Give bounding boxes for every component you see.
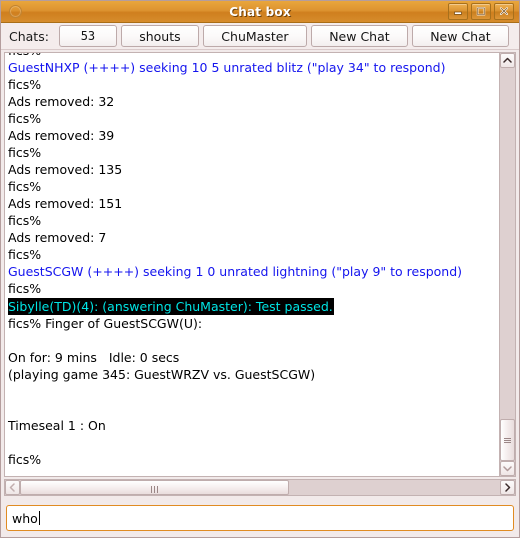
chat-log-line: Timeseal 1 : On — [8, 418, 106, 433]
chevron-right-icon[interactable] — [500, 480, 515, 495]
chat-log-line: Ads removed: 151 — [8, 196, 123, 211]
chat-log-line: fics% — [8, 452, 42, 467]
chat-log-line: fics% — [8, 77, 42, 92]
input-bar: who — [1, 499, 519, 537]
chat-log-line: fics% — [8, 145, 42, 160]
chat-log-line: fics% — [8, 179, 42, 194]
chat-log-line: fics% — [8, 281, 42, 296]
chat-log-line: Ads removed: 135 — [8, 162, 123, 177]
chat-log-line-seek: GuestNHXP (++++) seeking 10 5 unrated bl… — [8, 60, 446, 75]
grip-icon — [150, 478, 159, 497]
minimize-button[interactable] — [448, 3, 468, 20]
tab-chumaster[interactable]: ChuMaster — [202, 25, 307, 47]
chevron-left-icon[interactable] — [5, 480, 20, 495]
chat-input[interactable]: who — [6, 505, 514, 531]
chats-tabbar: Chats: 53 shouts ChuMaster New Chat New … — [1, 23, 519, 50]
chat-log-line — [8, 383, 499, 400]
log-row: fics%GuestNHXP (++++) seeking 10 5 unrat… — [4, 52, 516, 477]
horizontal-scrollbar[interactable] — [4, 479, 516, 496]
tab-count[interactable]: 53 — [58, 25, 117, 47]
tab-new-chat-2[interactable]: New Chat — [411, 25, 509, 47]
chat-log-line: fics% — [8, 247, 42, 262]
vertical-scrollbar-track[interactable] — [500, 68, 515, 461]
titlebar[interactable]: Chat box — [1, 1, 519, 23]
chat-log-line: Ads removed: 39 — [8, 128, 115, 143]
chat-content: fics%GuestNHXP (++++) seeking 10 5 unrat… — [1, 50, 519, 499]
horizontal-scrollbar-thumb[interactable] — [20, 480, 289, 495]
chat-log-line — [8, 434, 499, 451]
chat-log-lines: fics%GuestNHXP (++++) seeking 10 5 unrat… — [8, 53, 499, 468]
text-caret — [38, 511, 40, 525]
window-controls — [448, 3, 516, 20]
chat-log-line: Ads removed: 7 — [8, 230, 107, 245]
chat-log-line: fics% — [8, 213, 42, 228]
horizontal-scrollbar-track[interactable] — [20, 480, 500, 495]
circle-icon[interactable] — [9, 5, 22, 18]
chat-log[interactable]: fics%GuestNHXP (++++) seeking 10 5 unrat… — [4, 52, 499, 477]
chat-log-line: Ads removed: 32 — [8, 94, 115, 109]
chat-log-line — [8, 332, 499, 349]
chat-log-line: fics% — [8, 53, 499, 59]
chat-log-line-seek: GuestSCGW (++++) seeking 1 0 unrated lig… — [8, 264, 463, 279]
grip-icon — [504, 437, 511, 444]
maximize-button[interactable] — [471, 3, 491, 20]
window-title: Chat box — [229, 4, 291, 19]
chevron-up-icon[interactable] — [500, 53, 515, 68]
vertical-scrollbar-thumb[interactable] — [500, 419, 515, 461]
chat-log-line-highlighted: Sibylle(TD)(4): (answering ChuMaster): T… — [8, 298, 334, 315]
chat-log-line: fics% — [8, 111, 42, 126]
chat-log-line — [8, 400, 499, 417]
tab-shouts[interactable]: shouts — [120, 25, 199, 47]
chevron-down-icon[interactable] — [500, 461, 515, 476]
chat-box-window: Chat box Chats: 53 shouts ChuMaster New … — [0, 0, 520, 538]
chat-log-line: fics% Finger of GuestSCGW(U): — [8, 316, 203, 331]
chat-input-value: who — [12, 510, 38, 526]
close-button[interactable] — [494, 3, 514, 20]
tab-new-chat-1[interactable]: New Chat — [310, 25, 408, 47]
chat-log-line: On for: 9 mins Idle: 0 secs — [8, 350, 180, 365]
chat-log-line: Sibylle(TD)(4): (answering ChuMaster): T… — [8, 297, 499, 315]
vertical-scrollbar[interactable] — [499, 52, 516, 477]
chat-log-line: (playing game 345: GuestWRZV vs. GuestSC… — [8, 367, 316, 382]
chats-label: Chats: — [9, 28, 49, 44]
